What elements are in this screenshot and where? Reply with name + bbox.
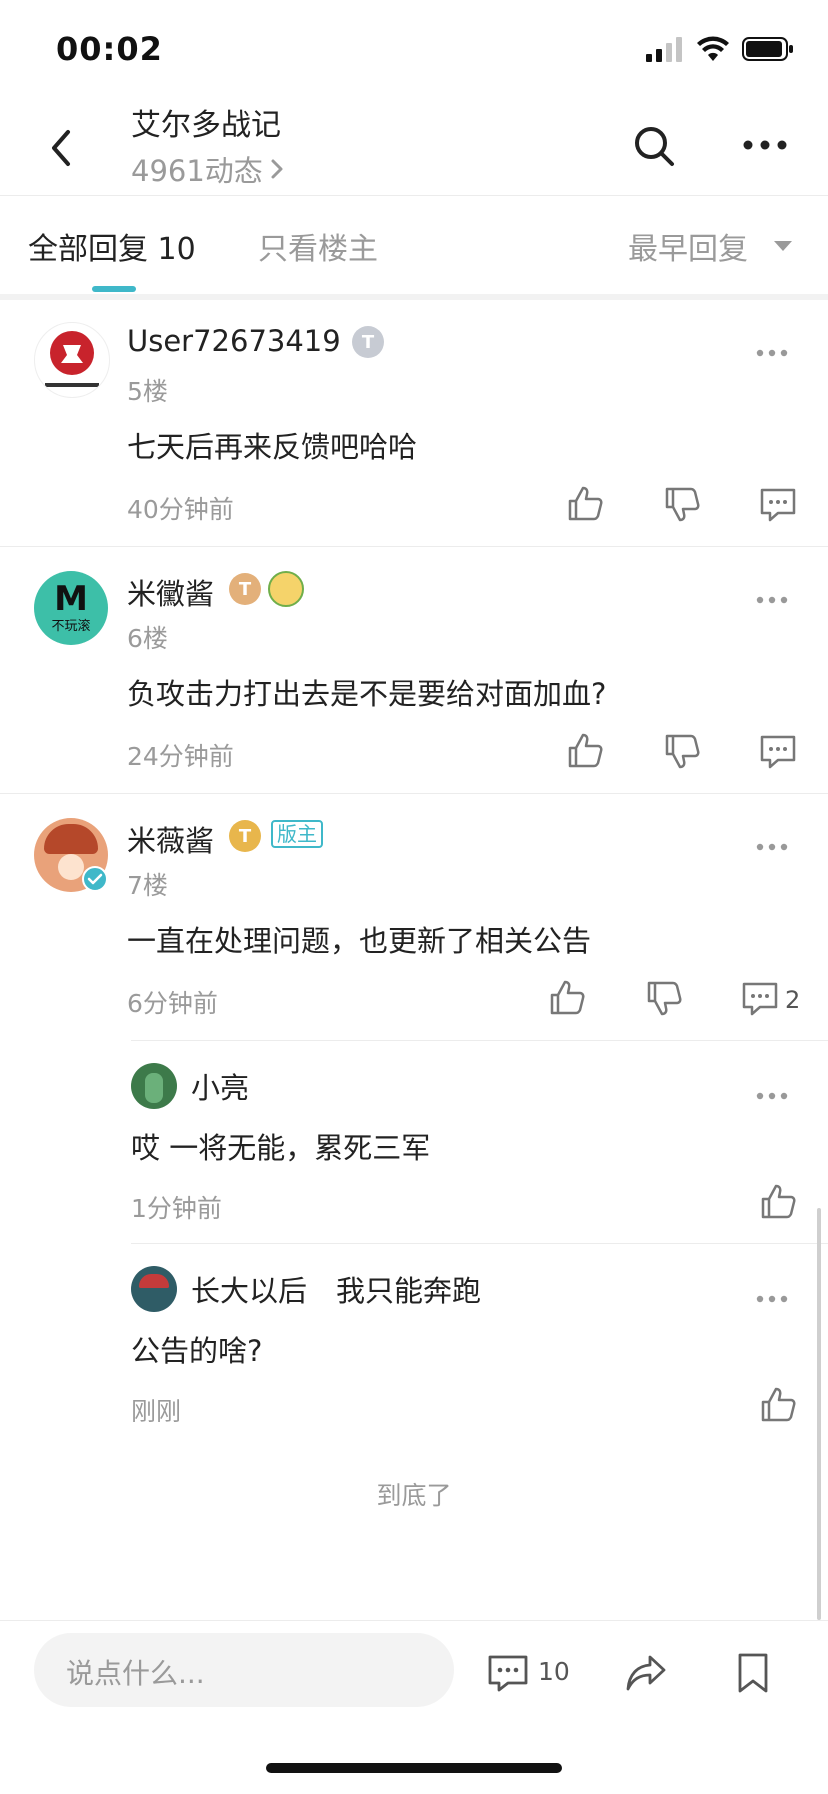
like-icon[interactable] — [547, 978, 587, 1018]
tab-all-replies-count: 10 — [157, 232, 196, 267]
nav-header: 艾尔多战记 4961动态 — [0, 100, 828, 195]
like-icon[interactable] — [565, 731, 605, 771]
reply-more-icon[interactable] — [755, 1091, 789, 1101]
katana-logo-icon — [45, 331, 99, 387]
comment-item: M 不玩滚 米黴酱 T 6楼 负攻击力打出去是不是要给对面加血? 24分钟前 — [0, 547, 828, 793]
comment-input-placeholder: 说点什么... — [66, 1657, 205, 1690]
active-tab-indicator — [92, 286, 136, 292]
search-icon[interactable] — [632, 124, 676, 168]
dynamic-count: 4961动态 — [131, 154, 263, 188]
comment-text: 七天后再来反馈吧哈哈 — [127, 430, 418, 464]
level-badge-icon: T — [352, 326, 384, 358]
dislike-icon[interactable] — [644, 978, 684, 1018]
bottom-comment-count: 10 — [538, 1657, 570, 1686]
status-bar: 00:02 — [0, 0, 828, 100]
end-of-list-text: 到底了 — [376, 1481, 452, 1510]
comment-text: 负攻击力打出去是不是要给对面加血? — [127, 677, 607, 711]
tab-op-only[interactable]: 只看楼主 — [258, 224, 378, 268]
reply-count: 2 — [785, 986, 801, 1014]
reply-text: 公告的啥? — [131, 1334, 263, 1368]
comment-text: 一直在处理问题，也更新了相关公告 — [127, 924, 592, 958]
floor-number: 6楼 — [127, 624, 168, 653]
more-icon[interactable] — [742, 130, 788, 160]
reply-time: 1分钟前 — [131, 1194, 222, 1223]
reply-text: 哎 一将无能，累死三军 — [131, 1131, 431, 1165]
battery-icon — [742, 37, 793, 61]
reply-item: 长大以后 我只能奔跑 公告的啥? 刚刚 — [0, 1244, 828, 1446]
floor-number: 7楼 — [127, 871, 168, 900]
comment-item: User72673419 T 5楼 七天后再来反馈吧哈哈 40分钟前 — [0, 300, 828, 546]
status-icons — [646, 36, 794, 62]
sort-dropdown[interactable]: 最早回复 — [628, 224, 792, 268]
level-badge-icon: T — [229, 573, 261, 605]
page-title: 艾尔多战记 — [131, 108, 281, 143]
comment-more-icon[interactable] — [755, 595, 789, 605]
avatar[interactable] — [34, 322, 110, 398]
reply-time: 刚刚 — [131, 1397, 182, 1426]
chevron-down-icon — [774, 241, 792, 251]
level-badge-icon: T — [229, 820, 261, 852]
reply-item: 小亮 哎 一将无能，累死三军 1分钟前 — [0, 1041, 828, 1243]
avatar[interactable] — [131, 1266, 177, 1312]
comment-input[interactable]: 说点什么... — [34, 1633, 454, 1707]
tab-all-replies-label: 全部回复 — [28, 232, 148, 267]
reply-more-icon[interactable] — [755, 1294, 789, 1304]
comment-time: 24分钟前 — [127, 742, 234, 771]
reply-username[interactable]: 长大以后 我只能奔跑 — [191, 1268, 481, 1310]
share-icon[interactable] — [624, 1651, 668, 1695]
sort-label: 最早回复 — [628, 232, 748, 267]
character-badge-icon — [268, 571, 304, 607]
comment-item: 米薇酱 T 版主 7楼 一直在处理问题，也更新了相关公告 6分钟前 2 — [0, 794, 828, 1040]
back-icon[interactable] — [46, 128, 76, 168]
like-icon[interactable] — [758, 1385, 798, 1425]
tab-all-replies[interactable]: 全部回复 10 — [28, 224, 196, 268]
dislike-icon[interactable] — [662, 484, 702, 524]
comment-time: 40分钟前 — [127, 495, 234, 524]
wifi-icon — [697, 36, 729, 61]
reply-username[interactable]: 小亮 — [191, 1065, 249, 1107]
comment-username[interactable]: 米薇酱 — [127, 818, 214, 860]
home-indicator — [266, 1763, 562, 1773]
chevron-right-icon — [271, 159, 283, 179]
verified-icon — [82, 866, 108, 892]
scrollbar[interactable] — [817, 1208, 821, 1620]
avatar-text: 不玩滚 — [51, 619, 91, 634]
comment-more-icon[interactable] — [755, 348, 789, 358]
floor-number: 5楼 — [127, 377, 168, 406]
comment-time: 6分钟前 — [127, 989, 218, 1018]
like-icon[interactable] — [565, 484, 605, 524]
comment-icon[interactable] — [758, 731, 798, 771]
comment-more-icon[interactable] — [755, 842, 789, 852]
comment-username[interactable]: User72673419 — [127, 324, 341, 358]
avatar[interactable] — [131, 1063, 177, 1109]
comment-icon[interactable] — [740, 978, 780, 1018]
dynamic-count-link[interactable]: 4961动态 — [131, 148, 285, 190]
avatar[interactable]: M 不玩滚 — [34, 571, 108, 645]
like-icon[interactable] — [758, 1182, 798, 1222]
reply-tabs: 全部回复 10 只看楼主 最早回复 — [0, 196, 828, 294]
moderator-badge: 版主 — [271, 820, 323, 848]
dislike-icon[interactable] — [662, 731, 702, 771]
status-time: 00:02 — [56, 30, 163, 68]
signal-icon — [646, 37, 682, 62]
bookmark-icon[interactable] — [731, 1651, 775, 1695]
comment-icon[interactable] — [486, 1651, 530, 1695]
comment-username[interactable]: 米黴酱 — [127, 571, 214, 613]
comment-icon[interactable] — [758, 484, 798, 524]
